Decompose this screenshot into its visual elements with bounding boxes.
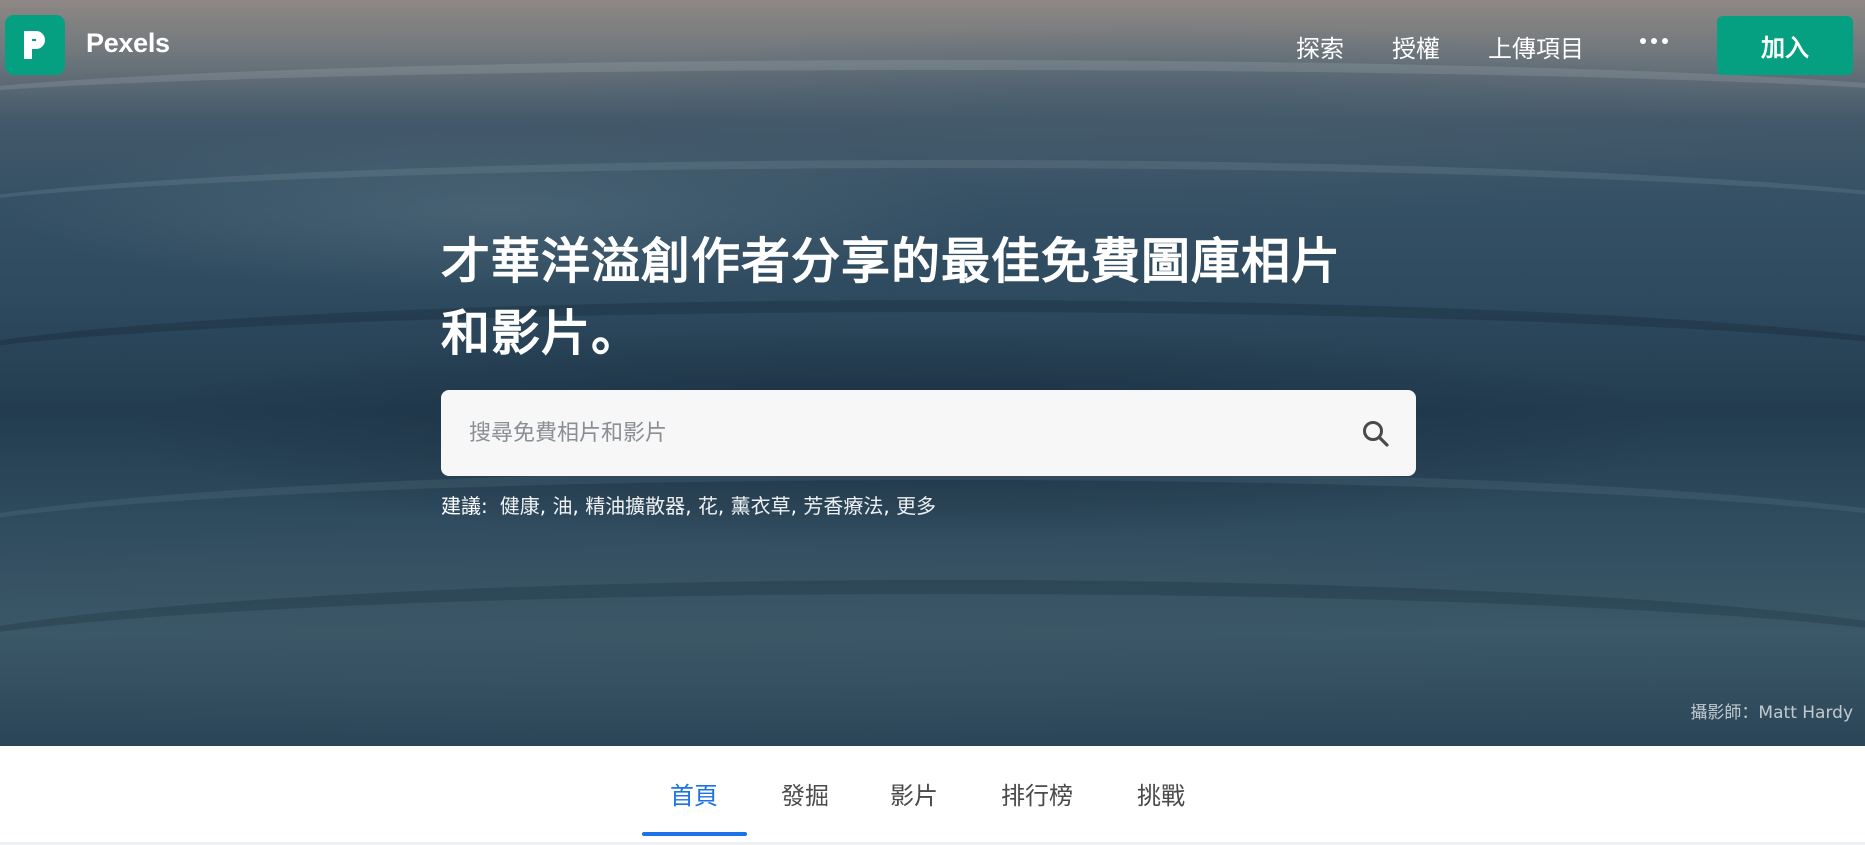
search-input[interactable]: [469, 414, 1329, 452]
suggestions-row: 建議: 健康, 油, 精油擴散器, 花, 薰衣草, 芳香療法, 更多: [441, 490, 936, 519]
separator: ,: [883, 494, 897, 518]
suggestion-link[interactable]: 健康: [500, 494, 540, 518]
brand-name[interactable]: Pexels: [86, 28, 170, 59]
separator: ,: [790, 494, 804, 518]
top-navigation: Pexels 探索 授權 上傳項目 加入: [0, 0, 1865, 92]
nav-explore-link[interactable]: 探索: [1296, 29, 1344, 64]
tab-leaderboard[interactable]: 排行榜: [1001, 776, 1073, 811]
pexels-logo-icon[interactable]: [5, 15, 65, 75]
headline-line: 才華洋溢創作者分享的最佳免費圖庫相片: [441, 233, 1342, 290]
photo-credit[interactable]: 攝影師：Matt Hardy: [1690, 698, 1853, 723]
separator: ,: [685, 494, 698, 518]
suggestion-link[interactable]: 精油擴散器: [585, 494, 685, 518]
suggestion-link[interactable]: 芳香療法: [803, 494, 883, 518]
more-suggestions-link[interactable]: 更多: [896, 494, 936, 518]
separator: ,: [572, 494, 586, 518]
hero-banner: Pexels 探索 授權 上傳項目 加入 才華洋溢創作者分享的最佳免費圖庫相片 …: [0, 0, 1865, 746]
separator: ,: [539, 494, 553, 518]
separator: ,: [717, 494, 731, 518]
tab-home[interactable]: 首頁: [670, 776, 718, 811]
ellipsis-icon[interactable]: [1640, 36, 1668, 46]
active-tab-indicator: [642, 832, 747, 836]
background-wave: [0, 580, 1865, 740]
suggestion-link[interactable]: 油: [552, 494, 572, 518]
tab-challenges[interactable]: 挑戰: [1137, 776, 1185, 811]
section-tabs: 首頁 發掘 影片 排行榜 挑戰: [0, 746, 1865, 845]
join-button[interactable]: 加入: [1717, 16, 1853, 75]
nav-upload-link[interactable]: 上傳項目: [1488, 29, 1584, 64]
headline-line: 和影片。: [441, 305, 642, 362]
tab-discover[interactable]: 發掘: [781, 776, 829, 811]
suggestion-link[interactable]: 薰衣草: [731, 494, 791, 518]
nav-license-link[interactable]: 授權: [1392, 29, 1440, 64]
suggestions-label: 建議:: [441, 494, 488, 518]
tab-videos[interactable]: 影片: [890, 776, 938, 811]
hero-headline: 才華洋溢創作者分享的最佳免費圖庫相片 和影片。: [441, 226, 1421, 370]
suggestion-link[interactable]: 花: [698, 494, 718, 518]
search-box: [441, 390, 1416, 476]
search-icon[interactable]: [1360, 418, 1392, 450]
